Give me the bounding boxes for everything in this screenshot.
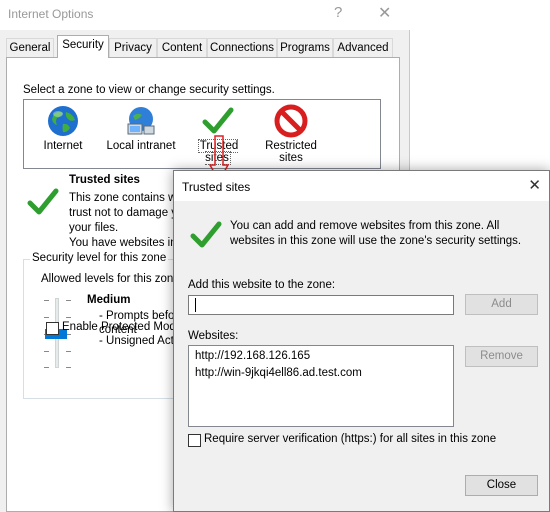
description-line: You have websites in (69, 237, 177, 249)
zone-label: sites (279, 152, 303, 164)
close-icon[interactable]: ✕ (378, 3, 391, 23)
list-item[interactable]: http://192.168.126.165 (195, 348, 447, 365)
checkmark-icon (190, 221, 222, 248)
zone-label: Local intranet (106, 140, 176, 152)
window-title: Internet Options (8, 7, 94, 21)
tab-security[interactable]: Security (57, 35, 109, 58)
security-level-name: Medium (87, 294, 131, 306)
protected-mode-label: Enable Protected Mode (62, 321, 183, 333)
slider-tick (66, 351, 71, 352)
selected-zone-description: This zone contains we trust not to damag… (69, 191, 189, 251)
level-description: - Unsigned Activ (99, 335, 183, 347)
add-website-input[interactable] (188, 295, 454, 315)
tab-strip: General Security Privacy Content Connect… (6, 35, 406, 58)
slider-tick (44, 367, 49, 368)
zone-local-intranet[interactable]: Local intranet (104, 104, 178, 152)
zone-label: Internet (43, 140, 83, 152)
allowed-levels-label: Allowed levels for this zone (41, 273, 180, 285)
checkmark-icon (202, 107, 234, 134)
slider-tick (66, 367, 71, 368)
security-level-legend: Security level for this zone (30, 252, 169, 264)
dialog-title: Trusted sites (182, 180, 251, 194)
tab-general[interactable]: General (6, 38, 54, 57)
slider-tick (44, 317, 49, 318)
protected-mode-checkbox[interactable] (46, 322, 59, 335)
globe-icon (48, 106, 78, 136)
text-caret (195, 298, 196, 312)
zone-prompt: Select a zone to view or change security… (23, 84, 275, 96)
close-button[interactable]: Close (465, 475, 538, 496)
close-icon[interactable]: ✕ (528, 176, 541, 194)
remove-button[interactable]: Remove (465, 346, 538, 367)
tab-connections[interactable]: Connections (207, 38, 277, 57)
websites-list[interactable]: http://192.168.126.165 http://win-9jkqi4… (188, 345, 454, 427)
title-bar: Internet Options ? ✕ (0, 0, 410, 30)
blocked-icon (274, 104, 308, 138)
intranet-icon (127, 107, 155, 135)
trusted-sites-dialog: Trusted sites ✕ You can add and remove w… (173, 170, 550, 512)
add-button[interactable]: Add (465, 294, 538, 315)
slider-tick (66, 300, 71, 301)
selected-zone-name: Trusted sites (69, 174, 140, 186)
zone-internet[interactable]: Internet (38, 104, 88, 152)
description-line: trust not to damage y (69, 207, 178, 219)
checkmark-icon (27, 188, 59, 215)
tab-privacy[interactable]: Privacy (109, 38, 157, 57)
tab-advanced[interactable]: Advanced (333, 38, 393, 57)
websites-label: Websites: (188, 330, 239, 342)
help-icon[interactable]: ? (334, 4, 342, 21)
slider-tick (44, 300, 49, 301)
require-https-checkbox[interactable] (188, 434, 201, 447)
tab-programs[interactable]: Programs (277, 38, 333, 57)
description-line: your files. (69, 222, 119, 234)
require-https-label: Require server verification (https:) for… (204, 433, 497, 445)
slider-tick (44, 351, 49, 352)
slider-tick (66, 317, 71, 318)
dialog-title-bar: Trusted sites ✕ (174, 171, 549, 201)
zone-restricted-sites[interactable]: Restricted sites (260, 104, 322, 164)
dialog-info-text: You can add and remove websites from thi… (230, 220, 522, 247)
zone-label: Restricted (265, 140, 317, 152)
add-website-label: Add this website to the zone: (188, 279, 336, 291)
tab-content[interactable]: Content (157, 38, 207, 57)
description-line: This zone contains we (69, 192, 183, 204)
zone-list: Internet Local intranet Trusted sites Re… (23, 99, 381, 169)
list-item[interactable]: http://win-9jkqi4ell86.ad.test.com (195, 365, 447, 382)
